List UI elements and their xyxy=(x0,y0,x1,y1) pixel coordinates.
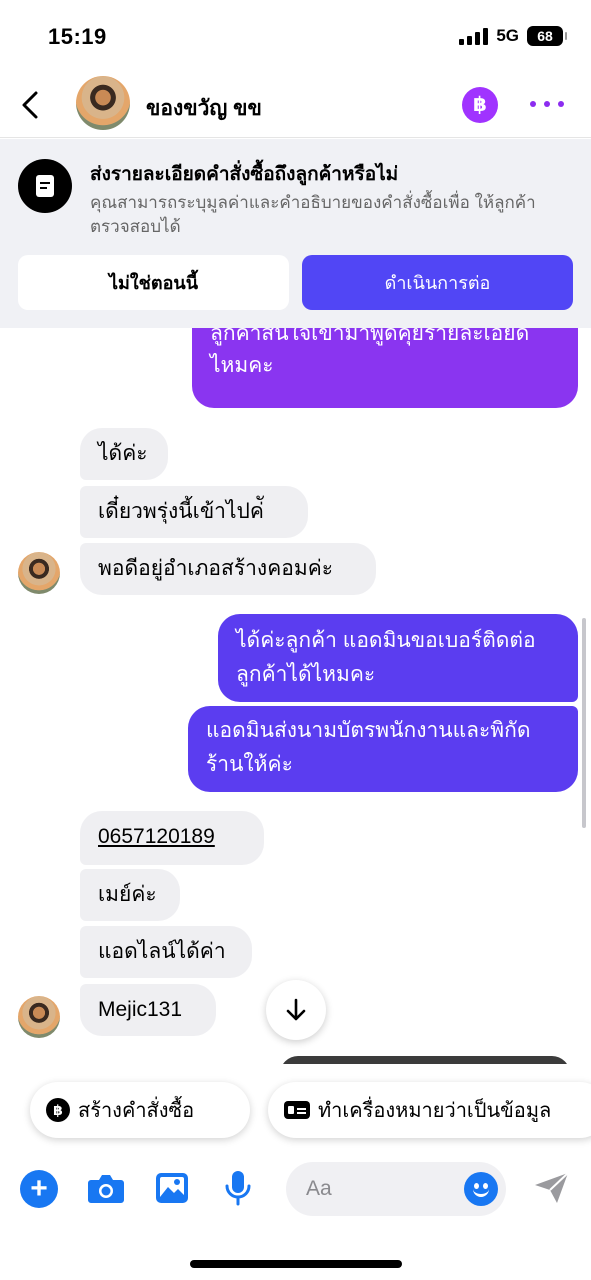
scroll-down-button[interactable] xyxy=(266,980,326,1040)
contact-avatar[interactable] xyxy=(76,76,130,130)
banner-description: คุณสามารถระบุมูลค่าและคำอธิบายของคำสั่งซ… xyxy=(90,193,536,236)
status-bar: 15:19 5G 68 xyxy=(0,0,591,72)
document-icon xyxy=(18,159,72,213)
incoming-message[interactable]: เดี๋ยวพรุ่งนี้เข้าไปค่ั xyxy=(80,486,308,538)
id-card-icon xyxy=(284,1101,310,1119)
order-details-banner: ส่งรายละเอียดคำสั่งซื้อถึงลูกค้าหรือไม่ … xyxy=(0,139,591,328)
message-input[interactable] xyxy=(306,1172,456,1206)
chip-label: สร้างคำสั่งซื้อ xyxy=(78,1100,195,1122)
outgoing-message[interactable]: ลูกค้าสนใจเข้ามาพูดคุยรายละเอียด ไหมคะ xyxy=(192,328,578,408)
send-icon[interactable] xyxy=(532,1168,572,1208)
message-list[interactable]: ลูกค้าสนใจเข้ามาพูดคุยรายละเอียด ไหมคะ ไ… xyxy=(0,328,591,1064)
banner-title: ส่งรายละเอียดคำสั่งซื้อถึงลูกค้าหรือไม่ xyxy=(90,164,399,185)
incoming-message[interactable]: เมย์ค่ะ xyxy=(80,869,180,921)
incoming-message[interactable]: แอดไลน์ได้ค่า xyxy=(80,926,252,978)
continue-button[interactable]: ดำเนินการต่อ xyxy=(302,255,573,310)
incoming-message[interactable]: Mejic131 xyxy=(80,984,216,1036)
contact-name[interactable]: ของขวัญ ขข xyxy=(146,92,262,125)
arrow-down-icon xyxy=(286,998,306,1021)
contact-avatar-small[interactable] xyxy=(18,996,60,1038)
message-input-field[interactable] xyxy=(286,1162,506,1216)
incoming-message-phone[interactable]: 0657120189 xyxy=(80,811,264,865)
chip-label: ทำเครื่องหมายว่าเป็นข้อมูล xyxy=(318,1100,552,1122)
not-now-button[interactable]: ไม่ใช่ตอนนี้ xyxy=(18,255,289,310)
quick-actions-bar: ฿ สร้างคำสั่งซื้อ ทำเครื่องหมายว่าเป็นข้… xyxy=(0,1064,591,1154)
partial-message-bubble xyxy=(280,1056,570,1064)
status-indicators: 5G 68 xyxy=(459,26,567,46)
contact-avatar-small[interactable] xyxy=(18,552,60,594)
payment-button[interactable]: ฿ xyxy=(462,87,498,123)
microphone-icon[interactable] xyxy=(218,1168,258,1208)
back-button[interactable] xyxy=(10,82,50,128)
outgoing-message[interactable]: ได้ค่ะลูกค้า แอดมินขอเบอร์ติดต่อ ลูกค้าไ… xyxy=(218,614,578,702)
message-composer: + xyxy=(0,1154,591,1280)
emoji-icon[interactable] xyxy=(464,1172,498,1206)
baht-icon: ฿ xyxy=(46,1098,70,1122)
signal-icon xyxy=(459,27,489,45)
create-order-chip[interactable]: ฿ สร้างคำสั่งซื้อ xyxy=(30,1082,250,1138)
chevron-left-icon xyxy=(22,91,38,119)
more-options-icon[interactable] xyxy=(530,94,564,114)
camera-icon[interactable] xyxy=(86,1168,126,1208)
mark-as-lead-chip[interactable]: ทำเครื่องหมายว่าเป็นข้อมูล xyxy=(268,1082,591,1138)
incoming-message[interactable]: ได้ค่ะ xyxy=(80,428,168,480)
gallery-icon[interactable] xyxy=(152,1168,192,1208)
incoming-message[interactable]: พอดีอยู่อำเภอสร้างคอมค่ะ xyxy=(80,543,376,595)
home-indicator xyxy=(190,1260,402,1268)
network-type: 5G xyxy=(496,26,519,45)
battery-icon: 68 xyxy=(527,26,567,46)
status-time: 15:19 xyxy=(48,24,107,49)
plus-icon[interactable]: + xyxy=(20,1170,58,1208)
chat-header: ของขวัญ ขข ฿ xyxy=(0,72,591,138)
outgoing-message[interactable]: แอดมินส่งนามบัตรพนักงานและพิกัด ร้านให้ค… xyxy=(188,706,578,792)
scrollbar[interactable] xyxy=(582,618,586,828)
